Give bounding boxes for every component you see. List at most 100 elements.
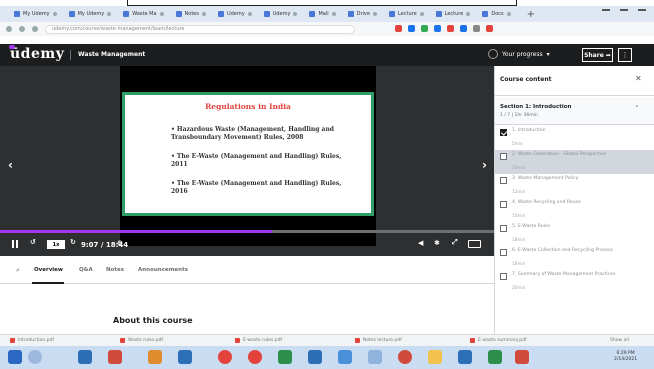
extension-icon[interactable] — [460, 25, 467, 32]
close-icon[interactable] — [52, 12, 57, 16]
taskbar-clock[interactable]: 6:29 PM 2/14/2021 — [614, 351, 637, 363]
download-item[interactable]: E-waste summary.pdf — [470, 338, 527, 343]
video-player[interactable]: Regulations in India • Hazardous Waste (… — [0, 66, 494, 256]
close-icon[interactable] — [159, 12, 164, 16]
browser-tab[interactable]: My Udemy — [65, 8, 116, 20]
url-field[interactable]: udemy.com/course/waste-management/learn/… — [45, 24, 355, 34]
lecture-checkbox[interactable] — [500, 225, 507, 232]
back-icon[interactable] — [6, 26, 12, 32]
app-icon[interactable] — [515, 350, 529, 364]
lecture-item[interactable]: 3. Waste Management Policy 12min — [495, 174, 654, 198]
progress-dropdown[interactable]: Your progress ▾ — [488, 49, 550, 59]
close-icon[interactable] — [372, 12, 377, 16]
lecture-item[interactable]: 4. Waste Recycling and Reuse 15min — [495, 198, 654, 222]
lecture-checkbox[interactable] — [500, 273, 507, 280]
app-icon[interactable] — [368, 350, 382, 364]
tab-notes[interactable]: Notes — [106, 267, 124, 273]
close-icon[interactable] — [201, 12, 206, 16]
app-icon[interactable] — [308, 350, 322, 364]
lecture-item[interactable]: 1. Introduction 5min — [495, 126, 654, 150]
reload-icon[interactable] — [32, 26, 38, 32]
extension-icon[interactable] — [434, 25, 441, 32]
close-icon[interactable] — [107, 12, 112, 16]
seek-bar[interactable] — [0, 230, 494, 233]
browser-tab[interactable]: Lecture — [385, 8, 428, 20]
search-taskbar-icon[interactable] — [28, 350, 42, 364]
tab-announcements[interactable]: Announcements — [138, 267, 188, 273]
extension-icon[interactable] — [421, 25, 428, 32]
chrome-icon[interactable] — [218, 350, 232, 364]
browser-tab[interactable]: My Udemy — [10, 8, 61, 20]
minimize-icon[interactable] — [602, 9, 610, 11]
chevron-left-icon[interactable]: ‹ — [8, 158, 13, 172]
opera-icon[interactable] — [248, 350, 262, 364]
app-icon[interactable] — [108, 350, 122, 364]
browser-tab[interactable]: Notes — [172, 8, 210, 20]
tab-overview[interactable]: Overview — [34, 267, 63, 273]
course-title[interactable]: Waste Management — [78, 51, 145, 58]
share-button[interactable]: Share ➦ — [582, 48, 613, 62]
show-all-downloads-link[interactable]: Show all — [610, 338, 629, 343]
extension-icon[interactable] — [408, 25, 415, 32]
gear-icon[interactable]: ✱ — [434, 239, 440, 247]
lecture-item[interactable]: 6. E-Waste Collection and Recycling Proc… — [495, 246, 654, 270]
forward-nav-icon[interactable] — [19, 26, 25, 32]
pause-icon[interactable] — [12, 240, 19, 248]
file-explorer-icon[interactable] — [78, 350, 92, 364]
download-item[interactable]: E-waste rules.pdf — [235, 338, 282, 343]
lecture-item[interactable]: 5. E-Waste Rules 18min — [495, 222, 654, 246]
volume-icon[interactable]: ◀ — [418, 239, 423, 247]
chevron-right-icon[interactable]: › — [482, 158, 487, 172]
search-icon[interactable]: ⌕ — [16, 266, 20, 275]
forward-icon[interactable]: ↻ — [70, 238, 76, 246]
extension-icon[interactable] — [447, 25, 454, 32]
app-icon[interactable] — [428, 350, 442, 364]
browser-tab[interactable]: Udemy — [214, 8, 256, 20]
close-icon[interactable] — [247, 12, 252, 16]
section-header[interactable]: Section 1: Introduction 1 / 7 | 1hr 36mi… — [495, 97, 654, 125]
profile-icon[interactable] — [486, 25, 493, 32]
close-icon[interactable] — [331, 12, 336, 16]
app-icon[interactable] — [278, 350, 292, 364]
lecture-checkbox[interactable] — [500, 249, 507, 256]
new-tab-button[interactable]: + — [527, 9, 535, 20]
maximize-icon[interactable] — [620, 9, 628, 11]
browser-tab[interactable]: Udemy — [260, 8, 302, 20]
close-window-icon[interactable] — [638, 9, 646, 11]
close-icon[interactable] — [466, 12, 471, 16]
rewind-icon[interactable]: ↺ — [30, 238, 36, 246]
app-icon[interactable] — [148, 350, 162, 364]
more-options-button[interactable]: ⋮ — [618, 48, 632, 62]
close-icon[interactable]: ✕ — [635, 74, 642, 83]
extension-icon[interactable] — [473, 25, 480, 32]
lecture-checkbox[interactable] — [500, 129, 507, 136]
browser-tab[interactable]: Mail — [305, 8, 339, 20]
captions-icon[interactable] — [468, 240, 481, 248]
browser-tab[interactable]: Waste Ma — [119, 8, 167, 20]
lecture-checkbox[interactable] — [500, 177, 507, 184]
playback-speed-button[interactable]: 1x — [47, 240, 65, 249]
browser-tab[interactable]: Lecture — [432, 8, 475, 20]
bookmark-icon[interactable]: ⊕ — [117, 239, 123, 247]
app-icon[interactable] — [398, 350, 412, 364]
download-item[interactable]: Introduction.pdf — [10, 338, 54, 343]
udemy-logo[interactable]: ūdemy — [8, 45, 64, 62]
lecture-item[interactable]: 7. Summary of Waste Management Practices… — [495, 270, 654, 294]
lecture-item[interactable]: 2. Waste Generation - Global Perspective… — [495, 150, 654, 174]
app-icon[interactable] — [488, 350, 502, 364]
lecture-checkbox[interactable] — [500, 201, 507, 208]
lecture-checkbox[interactable] — [500, 153, 507, 160]
tab-qa[interactable]: Q&A — [79, 267, 93, 273]
download-item[interactable]: Notes lecture.pdf — [355, 338, 402, 343]
browser-tab[interactable]: Drive — [344, 8, 381, 20]
close-icon[interactable] — [293, 12, 298, 16]
app-icon[interactable] — [458, 350, 472, 364]
start-icon[interactable] — [8, 350, 22, 364]
expand-icon[interactable]: ⤢ — [452, 238, 458, 247]
download-item[interactable]: Waste rules.pdf — [120, 338, 163, 343]
browser-tab[interactable]: Docs — [478, 8, 514, 20]
extension-icon[interactable] — [395, 25, 402, 32]
close-icon[interactable] — [419, 12, 424, 16]
app-icon[interactable] — [338, 350, 352, 364]
close-icon[interactable] — [506, 12, 511, 16]
